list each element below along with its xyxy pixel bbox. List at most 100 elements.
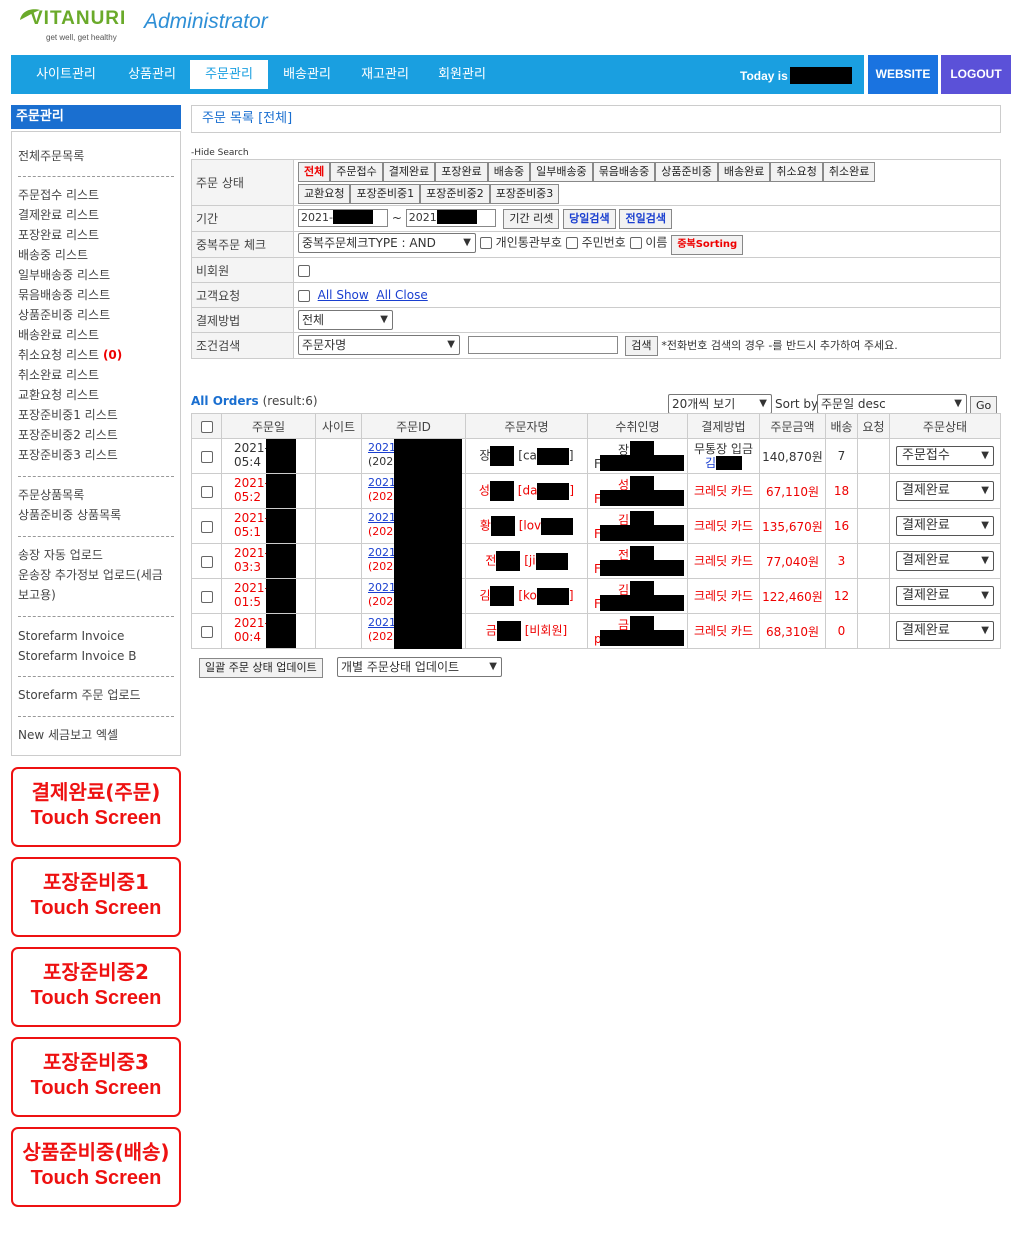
touch-screen-button[interactable]: 포장준비중1 Touch Screen	[11, 857, 181, 937]
nonmember-checkbox[interactable]	[298, 264, 310, 277]
order-status-select[interactable]: 결제완료 ▼	[896, 481, 994, 501]
search-input[interactable]	[467, 336, 618, 354]
sidebar-link[interactable]: 포장준비중3 리스트	[18, 448, 118, 462]
order-id[interactable]: 2021 (2021	[361, 578, 466, 614]
hide-search-link[interactable]: -Hide Search	[191, 148, 249, 158]
sidebar-link[interactable]: 포장준비중2 리스트	[18, 428, 118, 442]
sidebar-link[interactable]: 배송완료 리스트	[18, 328, 99, 342]
sidebar-link[interactable]: 보고용)	[18, 588, 56, 602]
sidebar-link[interactable]: 주문접수 리스트	[18, 188, 99, 202]
status-filter[interactable]: 교환요청	[298, 183, 351, 204]
sidebar-link[interactable]: Storefarm 주문 업로드	[18, 688, 141, 702]
status-filter-all[interactable]: 전체	[298, 161, 331, 182]
period-reset-button[interactable]: 기간 리셋	[503, 208, 560, 229]
search-button[interactable]: 검색	[625, 335, 658, 356]
payment-select[interactable]: 전체 ▼	[298, 310, 393, 330]
order-status-select[interactable]: 결제완료 ▼	[896, 621, 994, 641]
row-checkbox[interactable]	[200, 555, 213, 568]
name-checkbox[interactable]	[629, 237, 642, 250]
status-filter[interactable]: 결제완료	[382, 161, 436, 182]
nav-delivery[interactable]: 배송관리	[271, 55, 343, 94]
all-close-link[interactable]: All Close	[376, 288, 427, 302]
nav-site[interactable]: 사이트관리	[23, 55, 109, 94]
order-id[interactable]: 2021 (2021	[361, 613, 466, 649]
sidebar-link[interactable]: 운송장 추가정보 업로드(세금	[18, 568, 163, 582]
status-filter[interactable]: 포장완료	[435, 161, 488, 182]
sidebar-link[interactable]: 전체주문목록	[18, 149, 84, 163]
sort-select[interactable]: 주문일 desc ▼	[817, 394, 967, 414]
logout-button[interactable]: LOGOUT	[941, 55, 1011, 94]
sidebar-link[interactable]: Storefarm Invoice	[18, 629, 124, 643]
row-checkbox[interactable]	[200, 590, 213, 603]
dup-sorting-button[interactable]: 중복Sorting	[671, 234, 744, 255]
sidebar-link[interactable]: 교환요청 리스트	[18, 388, 99, 402]
sidebar-link[interactable]: 결제완료 리스트	[18, 208, 99, 222]
all-show-link[interactable]: All Show	[318, 288, 369, 302]
select-all-checkbox[interactable]	[200, 420, 213, 433]
status-filter[interactable]: 취소완료	[822, 161, 876, 182]
individual-status-update-select[interactable]: 개별 주문상태 업데이트 ▼	[337, 657, 502, 677]
status-filter[interactable]: 포장준비중1	[350, 183, 421, 204]
condition-select[interactable]: 주문자명 ▼	[298, 335, 460, 355]
row-checkbox[interactable]	[200, 520, 213, 533]
order-row[interactable]: 2021- 05:1 2021 (2021 황 [lov 김 F 크레딧 카드 135,670원…	[191, 508, 1001, 544]
row-checkbox[interactable]	[200, 485, 213, 498]
status-filter[interactable]: 일부배송중	[530, 161, 593, 182]
status-filter[interactable]: 포장준비중3	[489, 183, 560, 204]
date-to-input[interactable]: 2021	[405, 209, 496, 227]
order-row[interactable]: 2021- 05:2 2021 (2021 성 [da] 성 F 크레딧 카드 67,110원 1…	[191, 473, 1001, 509]
sidebar-link[interactable]: 포장완료 리스트	[18, 228, 99, 242]
yesterday-search-button[interactable]: 전일검색	[619, 208, 672, 229]
order-id[interactable]: 2021 (2021	[361, 438, 466, 474]
request-checkbox[interactable]	[298, 289, 310, 302]
sidebar-link[interactable]: 주문상품목록	[18, 488, 84, 502]
sidebar-link[interactable]: 상품준비중 상품목록	[18, 508, 121, 522]
status-filter[interactable]: 취소요청	[770, 161, 823, 182]
nav-member[interactable]: 회원관리	[425, 55, 499, 94]
status-filter[interactable]: 묶음배송중	[592, 161, 656, 182]
order-id[interactable]: 2021 (2021	[361, 473, 466, 509]
dup-type-select[interactable]: 중복주문체크TYPE : AND ▼	[298, 233, 476, 254]
sidebar-link[interactable]: 취소완료 리스트	[18, 368, 99, 382]
row-checkbox[interactable]	[200, 450, 213, 463]
date-from-input[interactable]: 2021-	[298, 209, 388, 227]
sidebar-link[interactable]: 포장준비중1 리스트	[18, 408, 118, 422]
sidebar-link[interactable]: 상품준비중 리스트	[18, 308, 110, 322]
customs-code-checkbox[interactable]	[479, 237, 492, 250]
order-id[interactable]: 2021 (2021	[361, 508, 466, 544]
sidebar-link-cancel-request[interactable]: 취소요청 리스트 (0)	[18, 348, 122, 362]
order-status-select[interactable]: 결제완료 ▼	[896, 551, 994, 571]
status-filter[interactable]: 상품준비중	[655, 161, 718, 182]
order-status-select[interactable]: 결제완료 ▼	[896, 516, 994, 536]
sidebar-link[interactable]: 일부배송중 리스트	[18, 268, 110, 282]
status-filter[interactable]: 배송완료	[717, 161, 771, 182]
order-row[interactable]: 2021- 01:5 2021 (2021 김 [ko] 김 F 크레딧 카드 122,460원…	[191, 578, 1001, 614]
col-header[interactable]: 주문일	[221, 413, 316, 439]
order-id[interactable]: 2021 (2021	[361, 543, 466, 579]
sidebar-link[interactable]: 송장 자동 업로드	[18, 548, 103, 562]
row-checkbox[interactable]	[200, 625, 213, 638]
nav-product[interactable]: 상품관리	[114, 55, 190, 94]
status-filter[interactable]: 주문접수	[330, 161, 383, 182]
status-filter[interactable]: 포장준비중2	[420, 183, 490, 204]
order-status-select[interactable]: 주문접수 ▼	[896, 446, 994, 466]
order-row[interactable]: 2021- 03:3 2021 (2021 전 [ji 전 F 크레딧 카드 77,040원 3 결…	[191, 543, 1001, 579]
vitanuri-logo[interactable]: VITANURI get well, get healthy	[18, 6, 128, 46]
resident-number-checkbox[interactable]	[565, 237, 578, 250]
order-row[interactable]: 2021- 05:4 2021 (2021 장 [ca] 장 F 무통장 입금 김 140,870…	[191, 438, 1001, 474]
status-filter[interactable]: 배송중	[487, 161, 531, 182]
touch-screen-button[interactable]: 포장준비중3 Touch Screen	[11, 1037, 181, 1117]
sidebar-link[interactable]: 묶음배송중 리스트	[18, 288, 110, 302]
bulk-status-update-button[interactable]: 일괄 주문 상태 업데이트	[199, 658, 323, 678]
order-row[interactable]: 2021- 00:4 2021 (2021 금 [비회원] 금 p 크레딧 카드 68,310원…	[191, 613, 1001, 649]
nav-stock[interactable]: 재고관리	[348, 55, 422, 94]
per-page-select[interactable]: 20개씩 보기 ▼	[668, 394, 772, 414]
touch-screen-button[interactable]: 상품준비중(배송) Touch Screen	[11, 1127, 181, 1207]
sidebar-link[interactable]: 배송중 리스트	[18, 248, 88, 262]
nav-order[interactable]: 주문관리	[190, 60, 268, 89]
today-search-button[interactable]: 당일검색	[563, 208, 616, 229]
sidebar-link[interactable]: Storefarm Invoice B	[18, 649, 136, 663]
touch-screen-button[interactable]: 결제완료(주문) Touch Screen	[11, 767, 181, 847]
sidebar-link[interactable]: New 세금보고 엑셀	[18, 728, 118, 742]
website-button[interactable]: WEBSITE	[868, 55, 938, 94]
